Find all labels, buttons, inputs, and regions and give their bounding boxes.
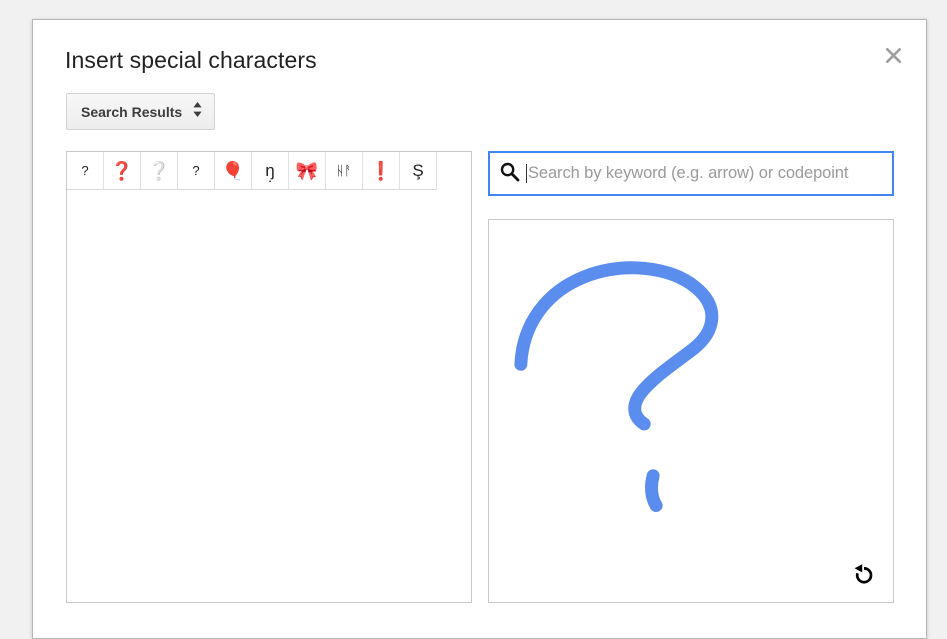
insert-special-characters-dialog: Insert special characters Search Results…	[32, 19, 927, 639]
text-cursor	[526, 164, 527, 183]
character-cell-eng-with-dot-below[interactable]: ŋ̣	[252, 152, 289, 190]
search-placeholder: Search by keyword (e.g. arrow) or codepo…	[528, 164, 849, 182]
close-icon	[884, 46, 903, 65]
up-down-chevron-icon	[192, 101, 203, 123]
drawing-canvas[interactable]	[489, 220, 893, 602]
search-icon	[499, 161, 520, 187]
character-cell-small-question-mark[interactable]: ?	[178, 152, 215, 190]
character-cell-ribbon-emoji[interactable]: 🎀	[289, 152, 326, 190]
character-cell-white-question-mark-ornament[interactable]: ❔	[141, 152, 178, 190]
search-input[interactable]: Search by keyword (e.g. arrow) or codepo…	[488, 151, 894, 196]
character-cell-red-question-mark-ornament[interactable]: ❓	[104, 152, 141, 190]
character-cell-ha-ligature-glyph[interactable]: ᚺᚨ	[326, 152, 363, 190]
draw-character-panel[interactable]	[488, 219, 894, 603]
undo-icon	[851, 562, 877, 588]
character-cell-s-with-cedilla[interactable]: Ş	[400, 152, 437, 190]
search-results-panel: ? ❓ ❔? 🎈 ŋ̣ 🎀 ᚺᚨ ❗ Ş	[66, 151, 472, 603]
character-cell-question-mark[interactable]: ?	[67, 152, 104, 190]
close-button[interactable]	[876, 38, 910, 72]
character-cell-red-exclamation-mark-ornament[interactable]: ❗	[363, 152, 400, 190]
page-title: Insert special characters	[65, 47, 317, 73]
character-cell-balloon-emoji[interactable]: 🎈	[215, 152, 252, 190]
category-dropdown-label: Search Results	[81, 103, 183, 120]
category-dropdown[interactable]: Search Results	[66, 93, 216, 130]
undo-drawing-button[interactable]	[849, 560, 879, 590]
character-grid: ? ❓ ❔? 🎈 ŋ̣ 🎀 ᚺᚨ ❗ Ş	[67, 152, 471, 190]
